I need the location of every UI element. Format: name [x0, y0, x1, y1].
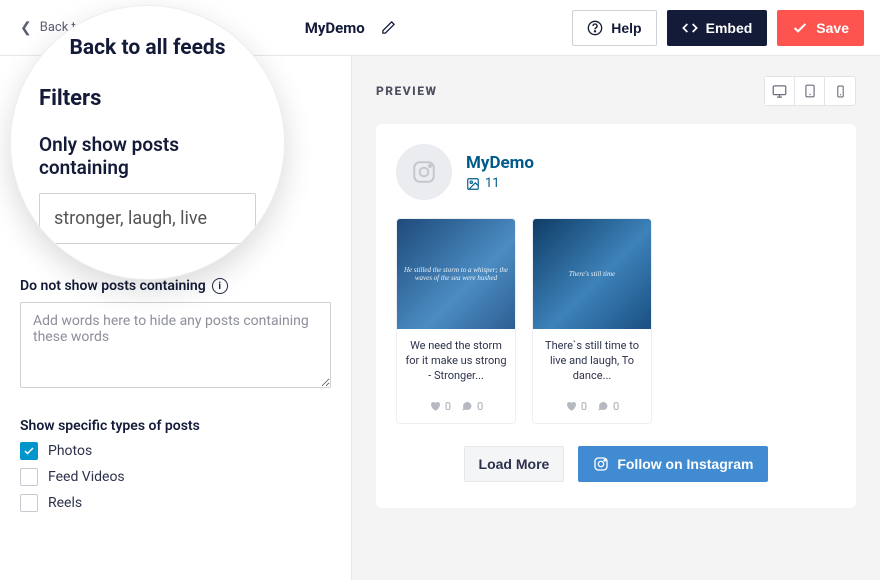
- help-icon: [587, 20, 603, 36]
- image-icon: [466, 177, 480, 191]
- checkbox-icon: [20, 494, 38, 512]
- code-icon: [682, 20, 698, 36]
- device-tablet-button[interactable]: [795, 77, 825, 105]
- post-card[interactable]: There's still time There`s still time to…: [532, 218, 652, 424]
- comments: 0: [597, 400, 619, 413]
- post-thumbnail: He stilled the storm to a whisper; the w…: [397, 219, 515, 329]
- post-thumbnail: There's still time: [533, 219, 651, 329]
- feed-header: MyDemo 11: [396, 144, 836, 200]
- thumb-text: There's still time: [563, 264, 621, 284]
- feed-panel: MyDemo 11 He stilled the storm to a whis…: [376, 124, 856, 508]
- checkbox-feed-videos[interactable]: Feed Videos: [20, 468, 331, 486]
- feed-count: 11: [485, 176, 500, 191]
- tablet-icon: [803, 84, 817, 98]
- preview-header: PREVIEW: [376, 76, 856, 106]
- instagram-icon: [593, 456, 609, 472]
- lens-back-label: Back to all feeds: [39, 36, 256, 60]
- lens-filters-heading: Filters: [39, 86, 256, 111]
- hide-posts-field: Do not show posts containing i: [20, 278, 331, 392]
- follow-instagram-button[interactable]: Follow on Instagram: [578, 446, 768, 482]
- checkbox-photos[interactable]: Photos: [20, 442, 331, 460]
- edit-name-button[interactable]: [375, 14, 403, 42]
- likes: 0: [565, 400, 587, 413]
- pencil-icon: [381, 20, 396, 35]
- heart-icon: [429, 400, 441, 412]
- checkbox-label: Photos: [48, 443, 92, 459]
- checkbox-label: Reels: [48, 495, 82, 511]
- lens-show-label: Only show posts containing: [39, 133, 256, 179]
- checkbox-reels[interactable]: Reels: [20, 494, 331, 512]
- likes: 0: [429, 400, 451, 413]
- post-footer: 0 0: [533, 394, 651, 423]
- post-card[interactable]: He stilled the storm to a whisper; the w…: [396, 218, 516, 424]
- checkbox-icon: [20, 468, 38, 486]
- hide-posts-input[interactable]: [20, 302, 331, 388]
- feed-title[interactable]: MyDemo: [466, 153, 534, 173]
- preview-actions: Load More Follow on Instagram: [396, 446, 836, 482]
- mobile-icon: [834, 85, 847, 98]
- desktop-icon: [772, 84, 787, 99]
- chevron-left-icon: ❮: [20, 20, 32, 36]
- feed-meta: 11: [466, 176, 534, 191]
- help-label: Help: [611, 20, 641, 36]
- instagram-icon: [411, 159, 437, 185]
- device-mobile-button[interactable]: [825, 77, 855, 105]
- hide-posts-label: Do not show posts containing i: [20, 278, 331, 294]
- checkbox-label: Feed Videos: [48, 469, 125, 485]
- save-button[interactable]: Save: [777, 10, 864, 46]
- feed-name: MyDemo: [305, 19, 365, 37]
- embed-label: Embed: [706, 20, 753, 36]
- help-button[interactable]: Help: [572, 10, 656, 46]
- post-types-heading: Show specific types of posts: [20, 418, 331, 434]
- comment-icon: [461, 400, 473, 412]
- post-types-field: Show specific types of posts Photos Feed…: [20, 418, 331, 512]
- checkbox-icon: [20, 442, 38, 460]
- load-more-button[interactable]: Load More: [464, 446, 565, 482]
- lens-show-input[interactable]: stronger, laugh, live: [39, 193, 256, 244]
- comments: 0: [461, 400, 483, 413]
- info-icon[interactable]: i: [212, 278, 228, 294]
- post-caption: There`s still time to live and laugh, To…: [533, 329, 651, 394]
- check-icon: [792, 20, 808, 36]
- comment-icon: [597, 400, 609, 412]
- avatar: [396, 144, 452, 200]
- post-footer: 0 0: [397, 394, 515, 423]
- heart-icon: [565, 400, 577, 412]
- post-caption: We need the storm for it make us strong …: [397, 329, 515, 394]
- zoom-lens-overlay: Back to all feeds Filters Only show post…: [10, 5, 285, 280]
- preview-area: PREVIEW MyDemo: [352, 56, 880, 580]
- device-desktop-button[interactable]: [765, 77, 795, 105]
- thumb-text: He stilled the storm to a whisper; the w…: [397, 260, 515, 288]
- topbar-actions: Help Embed Save: [572, 10, 864, 46]
- embed-button[interactable]: Embed: [667, 10, 768, 46]
- posts-grid: He stilled the storm to a whisper; the w…: [396, 218, 836, 424]
- device-toggle: [764, 76, 856, 106]
- preview-label: PREVIEW: [376, 84, 437, 98]
- save-label: Save: [816, 20, 849, 36]
